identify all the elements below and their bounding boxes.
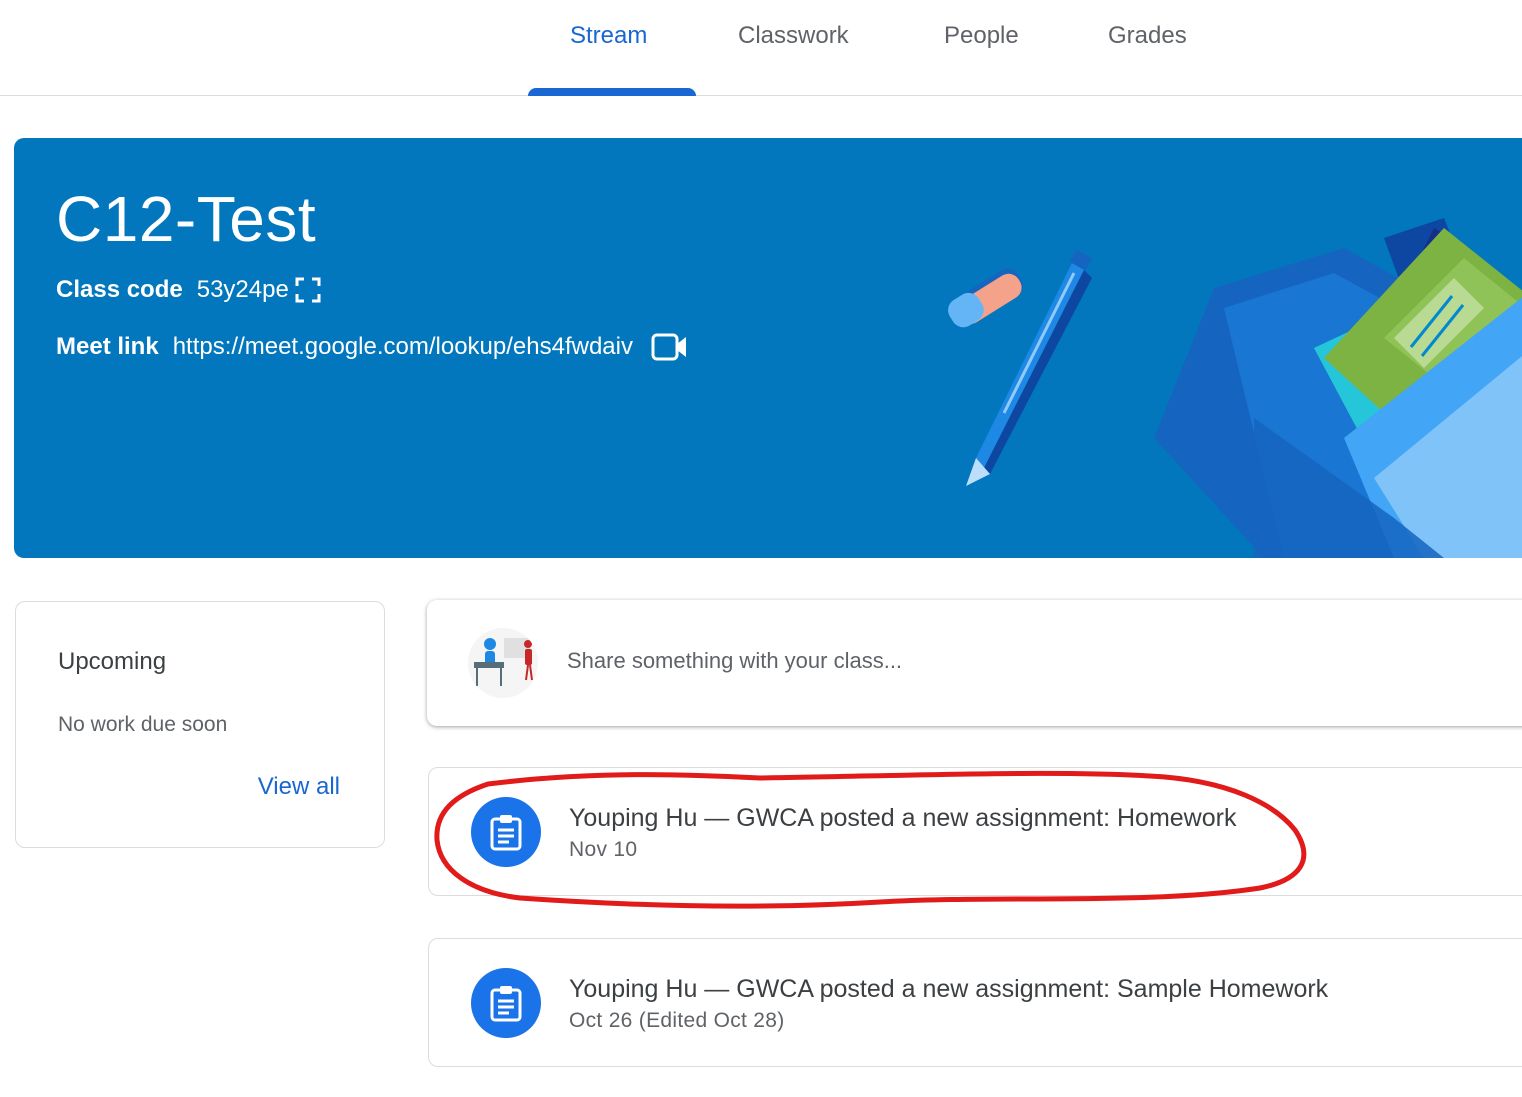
- upcoming-title: Upcoming: [58, 648, 167, 675]
- meet-link[interactable]: https://meet.google.com/lookup/ehs4fwdai…: [173, 333, 633, 361]
- avatar: [468, 628, 538, 698]
- active-tab-indicator: [528, 88, 696, 96]
- assignment-icon: [471, 797, 541, 867]
- video-camera-icon[interactable]: [651, 332, 689, 362]
- tab-people[interactable]: People: [944, 22, 1019, 50]
- share-box[interactable]: Share something with your class...: [427, 600, 1522, 726]
- meet-link-row: Meet link https://meet.google.com/lookup…: [56, 332, 689, 362]
- fullscreen-icon[interactable]: [295, 277, 321, 303]
- stream-post[interactable]: Youping Hu — GWCA posted a new assignmen…: [428, 938, 1522, 1067]
- post-title: Youping Hu — GWCA posted a new assignmen…: [569, 804, 1237, 832]
- class-code-value: 53y24pe: [196, 276, 289, 303]
- stream-post[interactable]: Youping Hu — GWCA posted a new assignmen…: [428, 767, 1522, 896]
- class-banner: C12-Test Class code 53y24pe Meet link ht…: [14, 138, 1522, 558]
- top-tab-bar: Stream Classwork People Grades: [0, 0, 1522, 96]
- tab-stream[interactable]: Stream: [570, 22, 647, 50]
- upcoming-card: Upcoming No work due soon View all: [15, 601, 385, 848]
- assignment-icon: [471, 968, 541, 1038]
- class-code-label: Class code: [56, 276, 183, 303]
- meet-link-label: Meet link: [56, 333, 159, 360]
- class-title: C12-Test: [56, 183, 317, 255]
- banner-illustration: [948, 218, 1522, 558]
- share-input-placeholder[interactable]: Share something with your class...: [567, 648, 902, 674]
- post-date: Nov 10: [569, 838, 638, 861]
- tab-grades[interactable]: Grades: [1108, 22, 1187, 50]
- class-code-row: Class code 53y24pe: [56, 276, 321, 304]
- view-all-link[interactable]: View all: [258, 773, 340, 801]
- post-date: Oct 26 (Edited Oct 28): [569, 1009, 785, 1032]
- post-title: Youping Hu — GWCA posted a new assignmen…: [569, 975, 1329, 1003]
- no-work-due-text: No work due soon: [58, 713, 228, 736]
- tab-classwork[interactable]: Classwork: [738, 22, 849, 50]
